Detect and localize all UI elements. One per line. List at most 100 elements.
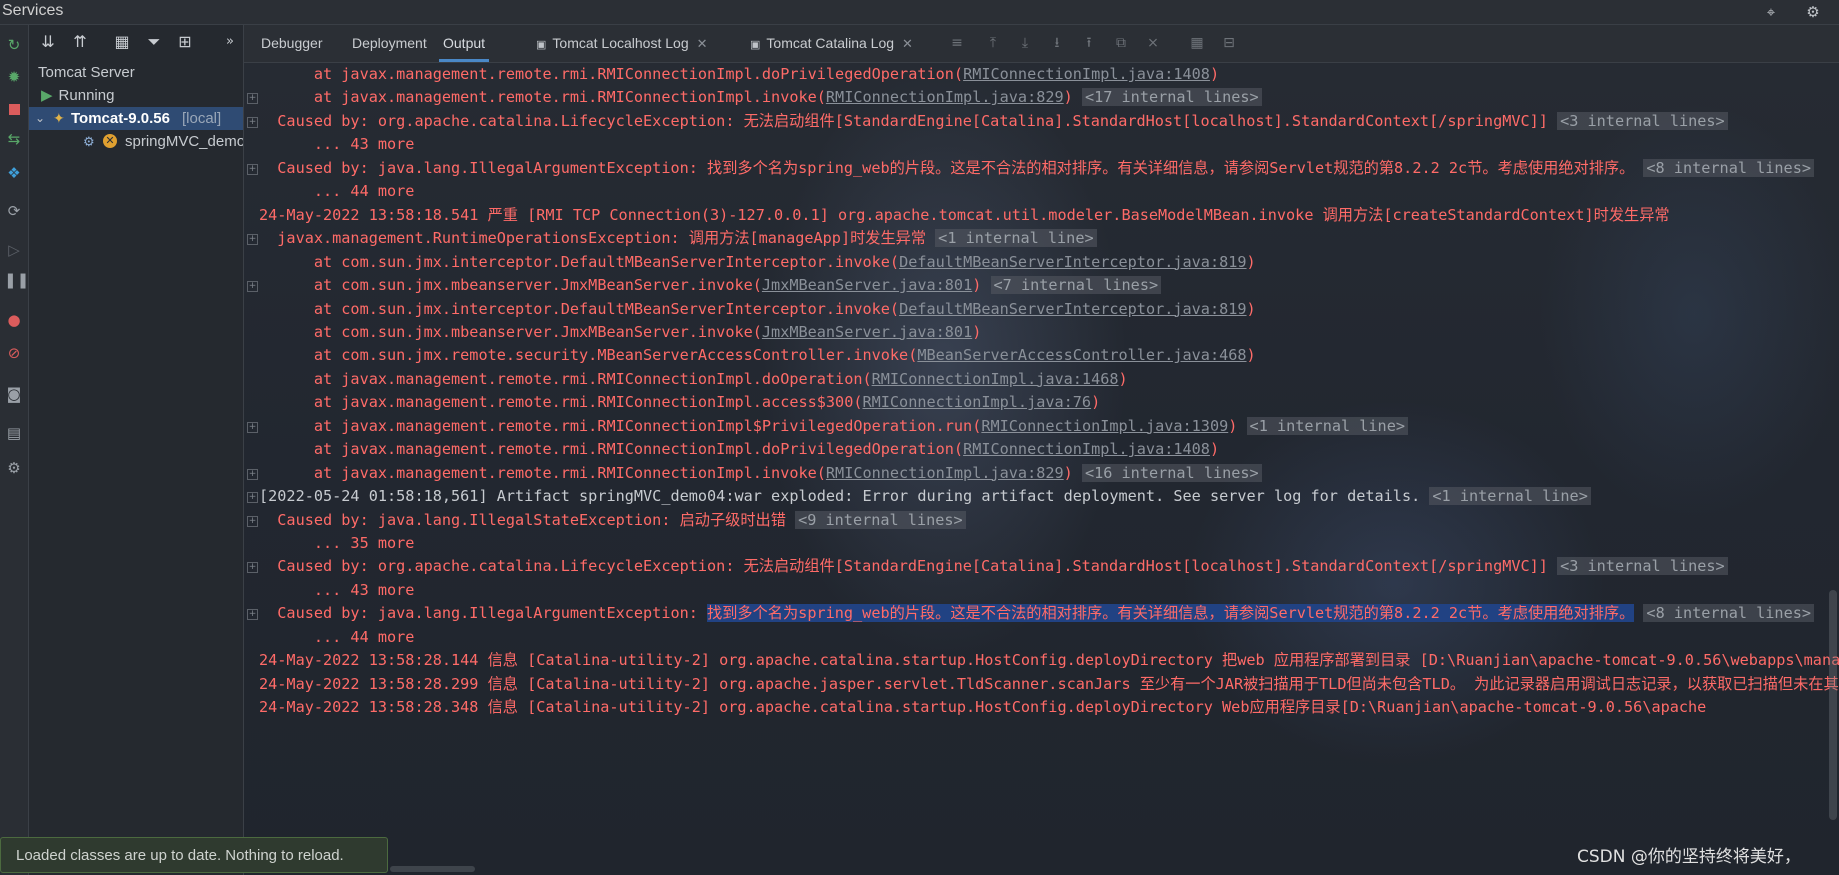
- internal-lines-badge[interactable]: <7 internal lines>: [990, 276, 1162, 295]
- fold-toggle-icon[interactable]: +: [247, 492, 258, 504]
- pause-icon[interactable]: ❚❚: [4, 270, 29, 290]
- fold-toggle-icon[interactable]: +: [247, 163, 258, 175]
- chevron-down-icon[interactable]: ⌄: [35, 107, 45, 130]
- fold-toggle-icon[interactable]: +: [247, 609, 258, 621]
- deploy-icon[interactable]: ⇆: [4, 129, 24, 149]
- source-link[interactable]: JmxMBeanServer.java:801: [762, 276, 972, 294]
- download-icon[interactable]: ⭳: [1048, 34, 1066, 52]
- tree-item-tomcat-instance[interactable]: ⌄ ✦ Tomcat-9.0.56 [local]: [29, 107, 243, 130]
- tab-deployment[interactable]: Deployment: [352, 25, 427, 62]
- fold-toggle-icon[interactable]: +: [247, 515, 258, 527]
- source-link[interactable]: RMIConnectionImpl.java:829: [826, 464, 1064, 482]
- log-text: ): [1246, 299, 1256, 318]
- console-line: javax.management.RuntimeOperationsExcept…: [259, 227, 1097, 250]
- breakpoint-icon[interactable]: ●: [4, 310, 24, 330]
- tab-tomcat-catalina-log[interactable]: ▣ Tomcat Catalina Log ✕: [750, 25, 913, 62]
- source-link[interactable]: RMIConnectionImpl.java:1408: [963, 65, 1210, 83]
- upload-icon[interactable]: ⭱: [1080, 34, 1098, 52]
- tab-debugger[interactable]: Debugger: [261, 25, 323, 62]
- tab-output[interactable]: Output: [439, 25, 490, 62]
- close-icon[interactable]: ✕: [902, 36, 913, 51]
- source-link[interactable]: RMIConnectionImpl.java:1309: [981, 417, 1228, 435]
- fold-toggle-icon[interactable]: +: [247, 234, 258, 246]
- tree-root-tomcat-server[interactable]: Tomcat Server: [38, 61, 135, 84]
- vertical-scrollbar[interactable]: [1829, 590, 1837, 820]
- fold-toggle-icon[interactable]: +: [247, 562, 258, 574]
- internal-lines-badge[interactable]: <16 internal lines>: [1081, 463, 1262, 482]
- step-icon[interactable]: ▷: [4, 240, 24, 260]
- mute-breakpoints-icon[interactable]: ⊘: [4, 343, 24, 363]
- tab-tomcat-localhost-log[interactable]: ▣ Tomcat Localhost Log ✕: [536, 25, 708, 62]
- table-icon[interactable]: ▦: [1188, 34, 1206, 52]
- layout-icon[interactable]: ▤: [4, 423, 24, 443]
- more-icon[interactable]: »: [219, 31, 241, 53]
- source-link[interactable]: RMIConnectionImpl.java:1408: [963, 440, 1210, 458]
- artifact-icon[interactable]: ❖: [4, 163, 24, 183]
- internal-lines-badge[interactable]: <1 internal line>: [935, 229, 1097, 248]
- source-link[interactable]: JmxMBeanServer.java:801: [762, 323, 972, 341]
- tomcat-icon: ✦: [53, 110, 65, 126]
- server-suffix: [local]: [182, 110, 222, 127]
- target-icon[interactable]: ⌖: [1762, 3, 1780, 21]
- fold-toggle-icon[interactable]: +: [247, 281, 258, 293]
- camera-icon[interactable]: ◙: [4, 384, 24, 404]
- internal-lines-badge[interactable]: <9 internal lines>: [795, 510, 966, 529]
- log-text: Caused by: java.lang.IllegalStateExcepti…: [259, 510, 796, 529]
- console-line: at javax.management.remote.rmi.RMIConnec…: [259, 438, 1219, 461]
- tree-root-label: Tomcat Server: [38, 64, 135, 81]
- console-line: ... 44 more: [259, 626, 415, 649]
- console-line: at com.sun.jmx.mbeanserver.JmxMBeanServe…: [259, 274, 1162, 297]
- source-link[interactable]: DefaultMBeanServerInterceptor.java:819: [899, 253, 1246, 271]
- watermark: CSDN @你的坚持终将美好，: [1577, 847, 1801, 867]
- settings-icon[interactable]: ⚙: [4, 458, 24, 478]
- status-label: Running: [58, 87, 115, 104]
- tree-item-artifact[interactable]: ⚙ ✕ springMVC_demo04:war exploded: [29, 130, 243, 153]
- internal-lines-badge[interactable]: <3 internal lines>: [1557, 557, 1728, 576]
- gear-icon[interactable]: ⚙: [1804, 3, 1822, 21]
- services-action-toolbar: ↻ ✹ ⇆ ❖ ⟳ ▷ ❚❚ ● ⊘ ◙ ▤ ⚙: [0, 25, 29, 875]
- notification-balloon[interactable]: Loaded classes are up to date. Nothing t…: [0, 837, 388, 873]
- rerun-icon[interactable]: ↻: [4, 35, 24, 55]
- internal-lines-badge[interactable]: <17 internal lines>: [1081, 88, 1262, 107]
- source-link[interactable]: MBeanServerAccessController.java:468: [917, 346, 1246, 364]
- filter-settings-icon[interactable]: ⊟: [1220, 34, 1238, 52]
- expand-all-icon[interactable]: ⇊: [37, 31, 59, 53]
- fold-toggle-icon[interactable]: +: [247, 421, 258, 433]
- tree-status-running[interactable]: ▶ Running: [41, 84, 114, 107]
- artifact-node-icon: ⚙: [83, 134, 95, 149]
- console-line: 24-May-2022 13:58:28.348 信息 [Catalina-ut…: [259, 696, 1706, 719]
- close-icon[interactable]: ✕: [697, 36, 708, 51]
- internal-lines-badge[interactable]: <8 internal lines>: [1643, 158, 1814, 177]
- server-name: Tomcat-9.0.56: [71, 110, 170, 127]
- fold-toggle-icon[interactable]: +: [247, 93, 258, 105]
- source-link[interactable]: RMIConnectionImpl.java:76: [862, 393, 1091, 411]
- fold-toggle-icon[interactable]: +: [247, 468, 258, 480]
- refresh-icon[interactable]: ⟳: [4, 201, 24, 221]
- filter-icon[interactable]: ⏷: [143, 31, 165, 53]
- source-link[interactable]: RMIConnectionImpl.java:1468: [872, 370, 1119, 388]
- ide-services-window: Services ⌖ ⚙ ↻ ✹ ⇆ ❖ ⟳ ▷ ❚❚ ● ⊘ ◙ ▤ ⚙ ⇊ …: [0, 0, 1839, 875]
- group-icon[interactable]: ▦: [111, 31, 133, 53]
- scroll-down-icon[interactable]: ⤓: [1016, 34, 1034, 52]
- internal-lines-badge[interactable]: <8 internal lines>: [1643, 604, 1815, 623]
- fold-toggle-icon[interactable]: +: [247, 116, 258, 128]
- log-text: ): [1091, 393, 1101, 412]
- internal-lines-badge[interactable]: <1 internal line>: [1246, 416, 1408, 435]
- stop-icon[interactable]: [4, 100, 24, 120]
- collapse-all-icon[interactable]: ⇈: [69, 31, 91, 53]
- source-link[interactable]: RMIConnectionImpl.java:829: [826, 88, 1064, 106]
- horizontal-scrollbar[interactable]: [390, 866, 475, 872]
- debug-icon[interactable]: ✹: [4, 67, 24, 87]
- format-icon[interactable]: ≡: [948, 34, 966, 52]
- restore-icon[interactable]: ⧉: [1112, 34, 1130, 52]
- internal-lines-badge[interactable]: <3 internal lines>: [1557, 111, 1728, 130]
- clear-icon[interactable]: ⨯: [1144, 34, 1162, 52]
- log-text: at javax.management.remote.rmi.RMIConnec…: [259, 369, 872, 388]
- scroll-up-icon[interactable]: ⤒: [984, 34, 1002, 52]
- source-link[interactable]: DefaultMBeanServerInterceptor.java:819: [899, 300, 1246, 318]
- tab-label: Tomcat Localhost Log: [552, 35, 689, 51]
- add-service-icon[interactable]: ⊞: [174, 31, 196, 53]
- log-text: ): [1063, 463, 1082, 482]
- output-console[interactable]: + + + + + + + + + + + at javax.management.remote.r…: [244, 63, 1839, 875]
- internal-lines-badge[interactable]: <1 internal line>: [1429, 487, 1591, 506]
